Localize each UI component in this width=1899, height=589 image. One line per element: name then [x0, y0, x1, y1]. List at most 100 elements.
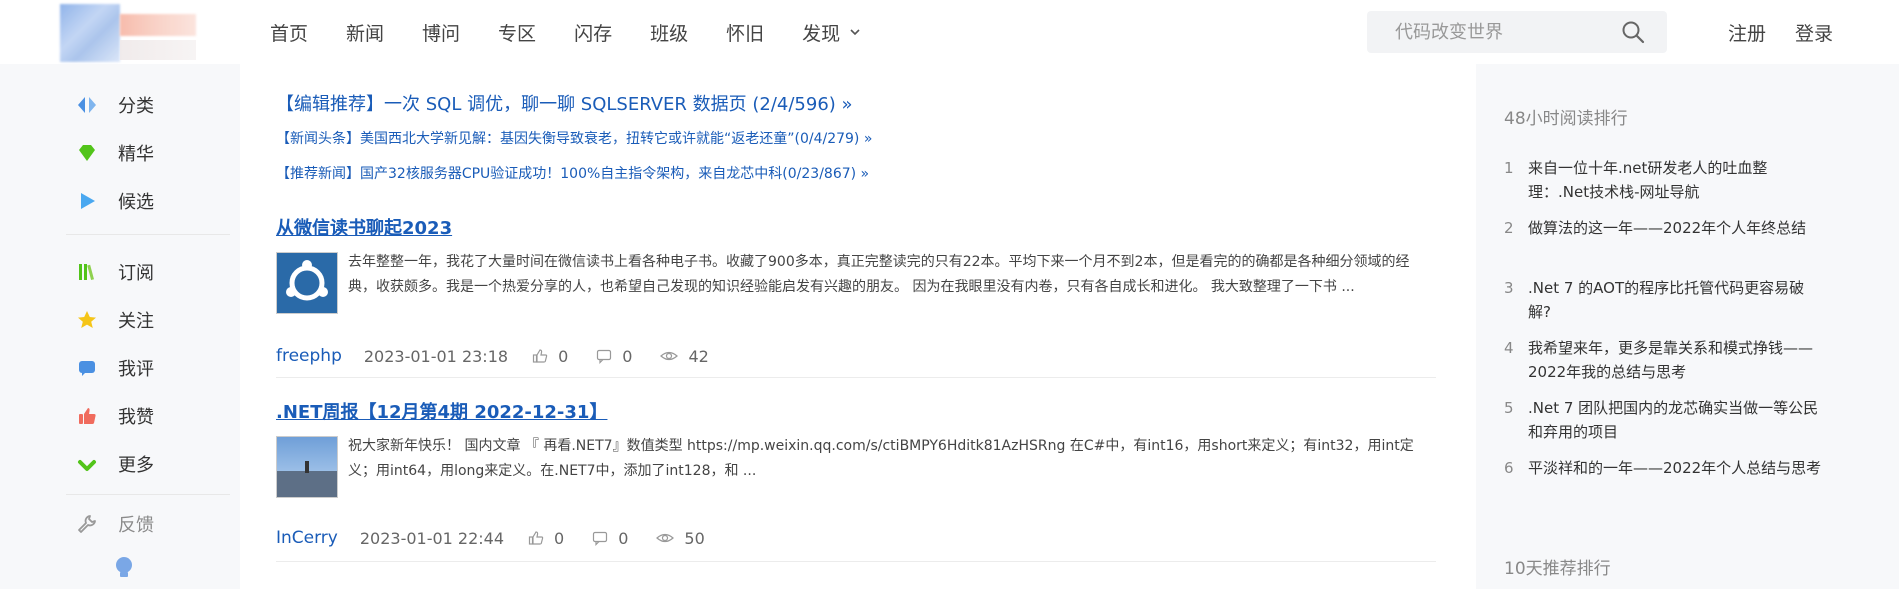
post-divider: [276, 377, 1436, 378]
editor-recommend-link[interactable]: 【编辑推荐】一次 SQL 调优，聊一聊 SQLSERVER 数据页 (2/4/5…: [276, 90, 853, 116]
sidebar-item-label: 关注: [118, 311, 154, 332]
nav-discover-label: 发现: [802, 22, 841, 45]
nav-nostalgia[interactable]: 怀旧: [726, 19, 764, 46]
post-date: 2023-01-01 22:44: [359, 528, 505, 548]
post-author-link[interactable]: freephp: [276, 346, 342, 366]
sidebar-item-category[interactable]: 分类: [76, 90, 154, 120]
rank-number: 3: [1504, 279, 1514, 297]
rank-text: 平淡祥和的一年——2022年个人总结与思考: [1528, 459, 1822, 477]
search-icon[interactable]: [1621, 20, 1645, 44]
category-icon: [76, 94, 98, 116]
wrench-icon: [76, 513, 98, 535]
left-sidebar: 分类 精华 候选 订阅 关注 我评 我赞 更多 反馈: [0, 64, 240, 589]
sidebar-item-my-comments[interactable]: 我评: [76, 353, 154, 383]
post-author-link[interactable]: InCerry: [276, 528, 338, 548]
rank-number: 1: [1504, 159, 1514, 177]
post-title-link[interactable]: .NET周报【12月第4期 2022-12-31】: [276, 402, 607, 423]
right-sidebar: 48小时阅读排行 1 来自一位十年.net研发老人的吐血整理：.Net技术栈-网址…: [1476, 64, 1899, 589]
rank-item[interactable]: 2 做算法的这一年——2022年个人年终总结: [1504, 216, 1834, 240]
sidebar-item-label: 我赞: [118, 407, 154, 428]
nav-qa[interactable]: 博问: [422, 19, 460, 46]
post-summary: 祝大家新年快乐！ 国内文章 『 再看.NET7』数值类型 https://mp.…: [348, 438, 1414, 479]
sidebar-divider: [66, 494, 230, 495]
like-button[interactable]: 0: [532, 347, 568, 366]
rank-text: .Net 7 团队把国内的龙芯确实当做一等公民和弃用的项目: [1528, 399, 1819, 441]
rank-number: 5: [1504, 399, 1514, 417]
recommend-rank-title: 10天推荐排行: [1504, 559, 1611, 579]
view-stat: 50: [656, 528, 705, 548]
search-box: [1367, 11, 1667, 53]
like-count: 0: [558, 346, 569, 366]
lightbulb-icon[interactable]: [113, 555, 135, 581]
sidebar-item-my-likes[interactable]: 我赞: [76, 401, 154, 431]
rank-number: 2: [1504, 219, 1514, 237]
sidebar-item-feedback[interactable]: 反馈: [76, 509, 154, 539]
rank-text: .Net 7 的AOT的程序比托管代码更容易破解?: [1528, 279, 1805, 321]
author-avatar[interactable]: [276, 252, 338, 314]
rank-number: 6: [1504, 459, 1514, 477]
rank-item[interactable]: 4 我希望来年，更多是靠关系和模式挣钱——2022年我的总结与思考: [1504, 336, 1834, 384]
recommended-news-link[interactable]: 【推荐新闻】国产32核服务器CPU验证成功！100%自主指令架构，来自龙芯中科(…: [276, 163, 869, 183]
site-logo[interactable]: [60, 4, 196, 62]
star-icon: [76, 309, 98, 331]
rank-item[interactable]: 1 来自一位十年.net研发老人的吐血整理：.Net技术栈-网址导航: [1504, 156, 1834, 204]
login-link[interactable]: 登录: [1795, 0, 1833, 64]
nav-news[interactable]: 新闻: [346, 19, 384, 46]
play-icon: [76, 190, 98, 212]
rank-item[interactable]: 6 平淡祥和的一年——2022年个人总结与思考: [1504, 456, 1834, 480]
sidebar-item-featured[interactable]: 精华: [76, 138, 154, 168]
comment-icon: [76, 357, 98, 379]
post-body: 祝大家新年快乐！ 国内文章 『 再看.NET7』数值类型 https://mp.…: [276, 436, 1436, 504]
post-meta: freephp 2023-01-01 23:18 0 0 42: [276, 346, 737, 366]
view-stat: 42: [660, 346, 709, 366]
eye-icon: [656, 533, 675, 543]
register-link[interactable]: 注册: [1728, 0, 1766, 64]
sidebar-item-more[interactable]: 更多: [76, 449, 154, 479]
comment-count: 0: [618, 528, 629, 548]
author-avatar[interactable]: [276, 436, 338, 498]
sidebar-item-label: 我评: [118, 359, 154, 380]
reading-rank-title: 48小时阅读排行: [1504, 109, 1628, 129]
like-count: 0: [554, 528, 565, 548]
like-button[interactable]: 0: [528, 529, 564, 548]
sidebar-item-label: 更多: [118, 455, 154, 476]
view-count: 42: [688, 346, 709, 366]
rank-number: 4: [1504, 339, 1514, 357]
header: 首页 新闻 博问 专区 闪存 班级 怀旧 发现 注册 登录: [0, 0, 1899, 64]
post-item: .NET周报【12月第4期 2022-12-31】 祝大家新年快乐！ 国内文章 …: [276, 398, 1436, 548]
search-input[interactable]: [1395, 21, 1595, 43]
check-icon: [76, 453, 98, 475]
nav-home[interactable]: 首页: [270, 19, 308, 46]
rank-item[interactable]: 3 .Net 7 的AOT的程序比托管代码更容易破解?: [1504, 276, 1834, 324]
sidebar-item-candidate[interactable]: 候选: [76, 186, 154, 216]
main-content: 【编辑推荐】一次 SQL 调优，聊一聊 SQLSERVER 数据页 (2/4/5…: [240, 64, 1476, 589]
sidebar-item-subscribe[interactable]: 订阅: [76, 257, 154, 287]
nav-zone[interactable]: 专区: [498, 19, 536, 46]
main-nav: 首页 新闻 博问 专区 闪存 班级 怀旧 发现: [270, 0, 898, 64]
thumb-up-icon: [532, 349, 548, 363]
rank-text: 做算法的这一年——2022年个人年终总结: [1528, 219, 1807, 237]
sidebar-item-label: 候选: [118, 192, 154, 213]
chevron-down-icon: [850, 29, 860, 36]
thumb-up-icon: [528, 531, 544, 545]
nav-class[interactable]: 班级: [650, 19, 688, 46]
nav-ing[interactable]: 闪存: [574, 19, 612, 46]
gem-icon: [76, 142, 98, 164]
post-title-link[interactable]: 从微信读书聊起2023: [276, 218, 452, 239]
comment-icon: [593, 531, 608, 546]
view-count: 50: [684, 528, 705, 548]
post-meta: InCerry 2023-01-01 22:44 0 0 50: [276, 528, 733, 548]
sidebar-divider: [66, 234, 230, 235]
sidebar-item-label: 反馈: [118, 515, 154, 536]
thumb-up-icon: [76, 405, 98, 427]
sidebar-item-follow[interactable]: 关注: [76, 305, 154, 335]
nav-discover[interactable]: 发现: [802, 19, 860, 46]
comment-button[interactable]: 0: [596, 347, 632, 366]
post-body: 去年整整一年，我花了大量时间在微信读书上看各种电子书。收藏了900多本，真正完整…: [276, 252, 1436, 320]
news-headline-link[interactable]: 【新闻头条】美国西北大学新见解：基因失衡导致衰老，扭转它或许就能“返老还童”(0…: [276, 128, 872, 148]
sidebar-item-label: 订阅: [118, 263, 154, 284]
rank-item[interactable]: 5 .Net 7 团队把国内的龙芯确实当做一等公民和弃用的项目: [1504, 396, 1834, 444]
sidebar-item-label: 精华: [118, 144, 154, 165]
comment-button[interactable]: 0: [592, 529, 628, 548]
comment-count: 0: [622, 346, 633, 366]
